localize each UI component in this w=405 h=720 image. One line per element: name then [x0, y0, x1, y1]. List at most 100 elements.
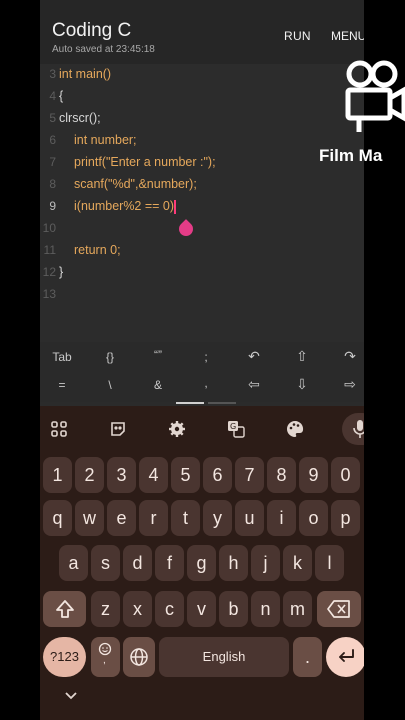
key-d[interactable]: d: [123, 545, 152, 581]
key-w[interactable]: w: [75, 500, 104, 536]
symbol-key[interactable]: ,: [189, 376, 223, 390]
arrow-down-icon[interactable]: ⇩: [285, 376, 319, 393]
key-l[interactable]: l: [315, 545, 344, 581]
key-3[interactable]: 3: [107, 457, 136, 493]
key-a[interactable]: a: [59, 545, 88, 581]
key-y[interactable]: y: [203, 500, 232, 536]
key-n[interactable]: n: [251, 591, 280, 627]
key-2[interactable]: 2: [75, 457, 104, 493]
arrow-left-icon[interactable]: ⇦: [237, 376, 271, 393]
code-text: int main(): [59, 67, 112, 81]
key-6[interactable]: 6: [203, 457, 232, 493]
key-5[interactable]: 5: [171, 457, 200, 493]
svg-text:G: G: [230, 422, 236, 431]
line-number: 5: [49, 111, 56, 125]
code-line[interactable]: 4 {: [40, 86, 364, 108]
key-s[interactable]: s: [91, 545, 120, 581]
symbol-bar: Tab {} “” ; ↶ ⇧ ↷ = \ & , ⇦ ⇩ ⇨: [40, 342, 364, 402]
enter-icon: [339, 649, 354, 662]
code-line-active[interactable]: 9 i(number%2 == 0): [40, 196, 364, 218]
key-v[interactable]: v: [187, 591, 216, 627]
sticker-icon[interactable]: [107, 420, 129, 442]
chevron-down-icon[interactable]: [64, 688, 78, 704]
period-key[interactable]: .: [293, 637, 322, 677]
film-camera-icon: [344, 58, 405, 138]
line-number: 7: [49, 155, 56, 169]
key-p[interactable]: p: [331, 500, 360, 536]
undo-icon[interactable]: ↶: [237, 348, 271, 365]
code-line[interactable]: 3 int main(): [40, 64, 364, 86]
shift-up-icon[interactable]: ⇧: [285, 348, 319, 365]
enter-button[interactable]: [326, 637, 364, 677]
code-line[interactable]: 6 int number;: [40, 130, 364, 152]
code-text: return 0;: [74, 243, 121, 257]
language-button[interactable]: [123, 637, 155, 677]
code-line[interactable]: 7 printf("Enter a number :");: [40, 152, 364, 174]
palette-icon[interactable]: [284, 420, 306, 442]
soft-keyboard: G 1 2 3 4 5 6 7 8 9 0 q w e r t y u i o …: [40, 406, 364, 720]
key-c[interactable]: c: [155, 591, 184, 627]
key-k[interactable]: k: [283, 545, 312, 581]
key-j[interactable]: j: [251, 545, 280, 581]
mic-button[interactable]: [342, 413, 364, 445]
key-z[interactable]: z: [91, 591, 120, 627]
key-4[interactable]: 4: [139, 457, 168, 493]
key-9[interactable]: 9: [299, 457, 328, 493]
page-title: Coding C: [52, 20, 132, 41]
key-7[interactable]: 7: [235, 457, 264, 493]
shift-icon: [55, 600, 74, 618]
key-g[interactable]: g: [187, 545, 216, 581]
gear-icon[interactable]: [166, 420, 188, 442]
backspace-icon: [327, 600, 350, 618]
line-number: 10: [42, 221, 56, 235]
shift-button[interactable]: [43, 591, 86, 627]
key-b[interactable]: b: [219, 591, 248, 627]
key-q[interactable]: q: [43, 500, 72, 536]
code-line[interactable]: 12 }: [40, 262, 364, 284]
symbol-key[interactable]: “”: [141, 348, 175, 362]
code-text: printf("Enter a number :");: [74, 155, 216, 169]
symbol-key[interactable]: ;: [189, 350, 223, 364]
code-line[interactable]: 13: [40, 284, 364, 306]
menu-button[interactable]: MENU: [331, 29, 364, 43]
key-e[interactable]: e: [107, 500, 136, 536]
run-button[interactable]: RUN: [284, 29, 311, 43]
key-o[interactable]: o: [299, 500, 328, 536]
code-line[interactable]: 10: [40, 218, 364, 240]
key-1[interactable]: 1: [43, 457, 72, 493]
code-text: {: [59, 89, 64, 103]
redo-icon[interactable]: ↷: [333, 348, 364, 365]
line-number: 4: [49, 89, 56, 103]
code-line[interactable]: 11 return 0;: [40, 240, 364, 262]
key-m[interactable]: m: [283, 591, 312, 627]
backspace-button[interactable]: [317, 591, 361, 627]
space-bar[interactable]: English: [159, 637, 289, 677]
key-x[interactable]: x: [123, 591, 152, 627]
symbol-key[interactable]: Tab: [45, 350, 79, 364]
apps-grid-icon[interactable]: [48, 420, 70, 442]
code-text: }: [59, 265, 64, 279]
mic-icon: [353, 420, 364, 438]
code-line[interactable]: 8 scanf("%d",&number);: [40, 174, 364, 196]
key-8[interactable]: 8: [267, 457, 296, 493]
key-t[interactable]: t: [171, 500, 200, 536]
phone-screen: Coding C Auto saved at 23:45:18 RUN MENU…: [40, 0, 364, 720]
arrow-right-icon[interactable]: ⇨: [333, 376, 364, 393]
key-i[interactable]: i: [267, 500, 296, 536]
key-f[interactable]: f: [155, 545, 184, 581]
symbol-key[interactable]: {}: [93, 350, 127, 364]
key-r[interactable]: r: [139, 500, 168, 536]
translate-icon[interactable]: G: [225, 420, 247, 442]
key-h[interactable]: h: [219, 545, 248, 581]
symbol-key[interactable]: &: [141, 378, 175, 392]
code-line[interactable]: 5 clrscr();: [40, 108, 364, 130]
key-0[interactable]: 0: [331, 457, 360, 493]
emoji-button[interactable]: ,: [91, 637, 120, 677]
symbol-key[interactable]: =: [45, 378, 79, 392]
symbol-bar-scroll-track: [208, 402, 236, 404]
line-number: 8: [49, 177, 56, 191]
symbols-toggle-button[interactable]: ?123: [43, 637, 86, 677]
code-editor[interactable]: 3 int main() 4 { 5 clrscr(); 6 int numbe…: [40, 64, 364, 342]
symbol-key[interactable]: \: [93, 378, 127, 392]
key-u[interactable]: u: [235, 500, 264, 536]
